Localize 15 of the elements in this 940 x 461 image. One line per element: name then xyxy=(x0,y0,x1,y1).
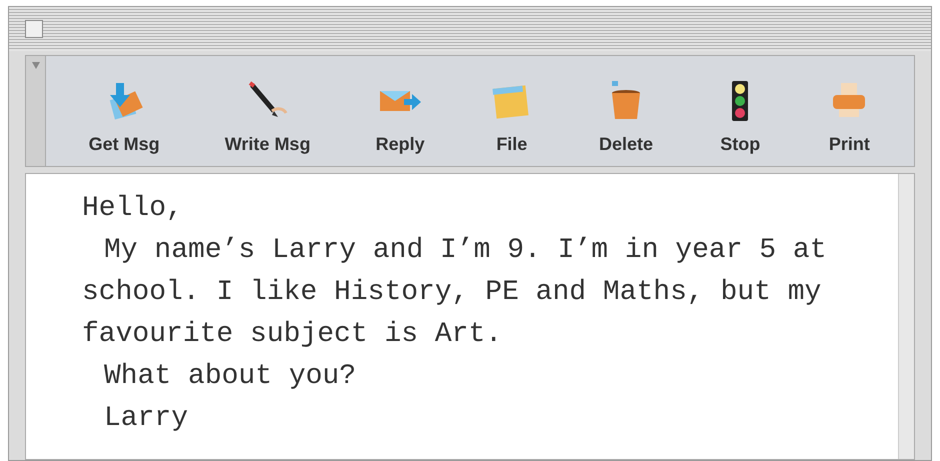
message-line: favourite subject is Art. xyxy=(82,318,502,352)
triangle-icon xyxy=(32,62,40,69)
toolbar-button[interactable]: Write Msg xyxy=(220,79,314,158)
toolbar-button[interactable]: File xyxy=(486,79,538,158)
message-line: school. I like History, PE and Maths, but my xyxy=(82,276,822,310)
close-box[interactable] xyxy=(25,20,43,38)
message-line: My name’s Larry and I’m 9. I’m in year 5 at xyxy=(103,234,827,268)
message-line: Larry xyxy=(103,402,188,436)
toolbar-button[interactable]: Get Msg xyxy=(84,79,164,158)
message-line: What about you? xyxy=(103,360,356,394)
toolbar-button[interactable]: Stop xyxy=(714,79,766,158)
toolbar-button[interactable]: Delete xyxy=(595,79,658,158)
message-line: Hello, xyxy=(82,192,183,226)
toolbar-button[interactable]: Reply xyxy=(372,79,429,158)
toolbar-button[interactable]: Print xyxy=(823,79,876,158)
